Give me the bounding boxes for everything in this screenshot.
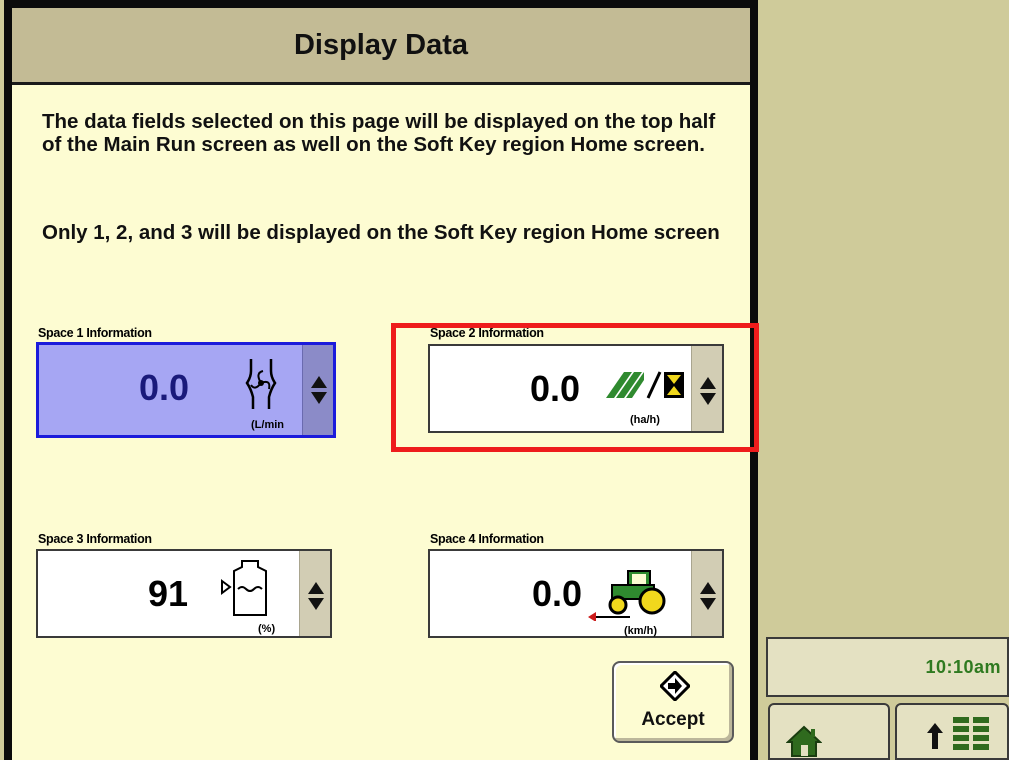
space-3-value: 91 — [147, 573, 188, 614]
space-1-stepper[interactable] — [302, 345, 333, 435]
space-4-value: 0.0 — [531, 573, 582, 614]
description-text: The data fields selected on this page wi… — [42, 110, 716, 156]
accept-button[interactable]: Accept — [612, 661, 734, 743]
page-title: Display Data — [12, 8, 750, 85]
space-3-field[interactable]: 91 (%) — [36, 549, 332, 638]
menu-button[interactable] — [895, 703, 1009, 760]
space-1-value: 0.0 — [138, 367, 189, 408]
tank-level-icon — [221, 560, 267, 616]
up-down-arrows-icon — [308, 582, 324, 610]
space-3-unit: (%) — [258, 623, 276, 635]
accept-label: Accept — [641, 709, 705, 730]
space-3-stepper[interactable] — [299, 551, 330, 636]
space-1-unit: (L/min — [251, 419, 284, 431]
up-down-arrows-icon — [311, 376, 327, 404]
space-2-highlight-box — [391, 323, 759, 452]
space-4-field[interactable]: 0.0 (km/h) — [428, 549, 724, 638]
space-1-label: Space 1 Information — [38, 326, 152, 340]
space-4-label: Space 4 Information — [430, 532, 544, 546]
accept-arrow-icon — [660, 671, 690, 701]
up-down-arrows-icon — [700, 582, 716, 610]
space-4-unit: (km/h) — [624, 625, 657, 637]
note-text: Only 1, 2, and 3 will be displayed on th… — [42, 221, 720, 244]
space-4-stepper[interactable] — [691, 551, 722, 636]
home-icon — [786, 725, 822, 757]
tractor-speed-icon — [588, 570, 666, 621]
clock-display: 10:10am — [766, 637, 1009, 697]
space-3-label: Space 3 Information — [38, 532, 152, 546]
home-button[interactable] — [768, 703, 890, 760]
flow-rate-icon — [245, 359, 277, 409]
menu-up-icon — [927, 717, 989, 750]
space-1-field[interactable]: 0.0 (L/min — [36, 342, 336, 438]
